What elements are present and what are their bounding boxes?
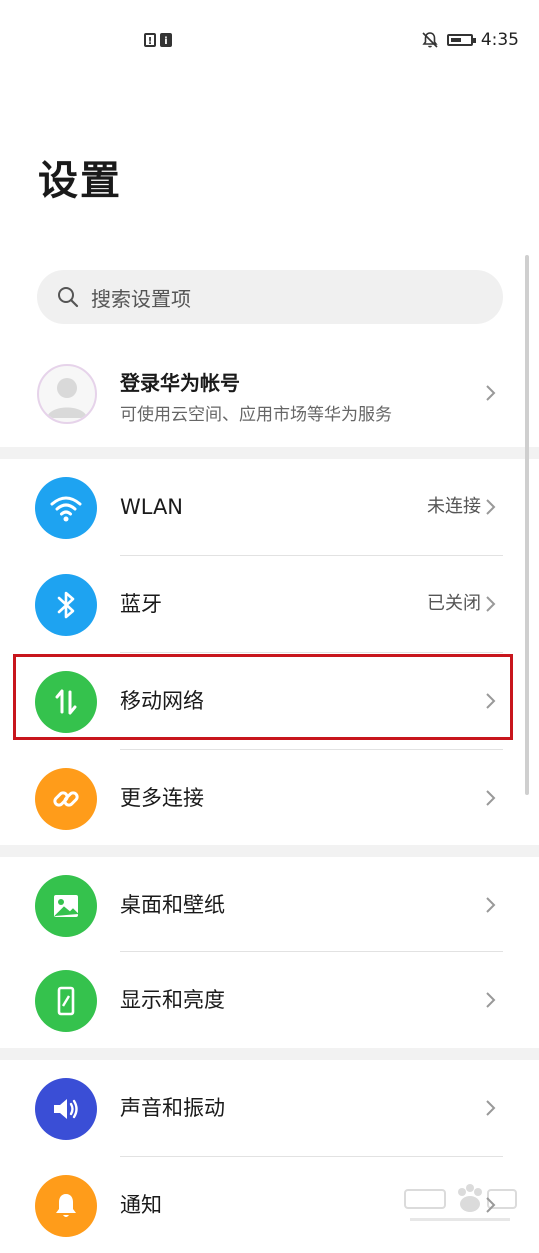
status-time: 4:35 bbox=[480, 30, 519, 50]
settings-item-status: 未连接 bbox=[427, 496, 481, 517]
bell-icon bbox=[35, 1175, 97, 1237]
battery-icon bbox=[446, 34, 476, 46]
account-row[interactable]: 登录华为帐号 可使用云空间、应用市场等华为服务 bbox=[0, 345, 539, 445]
settings-item-label: 蓝牙 bbox=[120, 592, 162, 616]
settings-item-status: 已关闭 bbox=[427, 593, 481, 614]
group-divider bbox=[0, 845, 539, 857]
status-right: 4:35 bbox=[421, 30, 519, 50]
wifi-icon bbox=[35, 477, 97, 539]
info-icon: i bbox=[160, 33, 172, 47]
scrollbar[interactable] bbox=[525, 255, 529, 795]
search-input[interactable]: 搜索设置项 bbox=[37, 270, 503, 324]
settings-item-label: WLAN bbox=[120, 495, 184, 519]
phone-brightness-icon bbox=[35, 970, 97, 1032]
chevron-right-icon bbox=[486, 385, 496, 401]
chevron-right-icon bbox=[486, 499, 496, 515]
alert-icon: ! bbox=[144, 33, 156, 47]
image-icon bbox=[35, 875, 97, 937]
settings-item-label: 显示和亮度 bbox=[120, 988, 225, 1012]
settings-item-sound-vibration[interactable]: 声音和振动 bbox=[0, 1060, 539, 1156]
settings-item-display-brightness[interactable]: 显示和亮度 bbox=[0, 952, 539, 1048]
page-title: 设置 bbox=[38, 158, 122, 204]
account-subtitle: 可使用云空间、应用市场等华为服务 bbox=[120, 405, 392, 425]
group-divider bbox=[0, 1048, 539, 1060]
settings-item-more-connections[interactable]: 更多连接 bbox=[0, 750, 539, 846]
search-placeholder: 搜索设置项 bbox=[91, 286, 191, 311]
avatar bbox=[37, 364, 97, 424]
account-name: 登录华为帐号 bbox=[120, 371, 240, 395]
search-icon bbox=[58, 287, 79, 308]
chevron-right-icon bbox=[486, 596, 496, 612]
settings-item-label: 更多连接 bbox=[120, 786, 204, 810]
chevron-right-icon bbox=[486, 1100, 496, 1116]
settings-item-bluetooth[interactable]: 蓝牙 已关闭 bbox=[0, 556, 539, 652]
bluetooth-icon bbox=[35, 574, 97, 636]
settings-item-label: 桌面和壁纸 bbox=[120, 893, 225, 917]
settings-item-home-wallpaper[interactable]: 桌面和壁纸 bbox=[0, 857, 539, 953]
status-bar: ! i 4:35 bbox=[0, 0, 539, 80]
highlight-box bbox=[13, 654, 513, 740]
chevron-right-icon bbox=[486, 790, 496, 806]
user-icon bbox=[47, 378, 87, 418]
chevron-right-icon bbox=[486, 897, 496, 913]
link-icon bbox=[35, 768, 97, 830]
notification-off-icon bbox=[422, 32, 438, 48]
chevron-right-icon bbox=[486, 992, 496, 1008]
group-divider bbox=[0, 447, 539, 459]
status-left-icons: ! i bbox=[144, 33, 172, 47]
baidu-watermark-logo bbox=[404, 1184, 517, 1221]
settings-item-wlan[interactable]: WLAN 未连接 bbox=[0, 459, 539, 555]
speaker-icon bbox=[35, 1078, 97, 1140]
settings-item-label: 声音和振动 bbox=[120, 1096, 225, 1120]
